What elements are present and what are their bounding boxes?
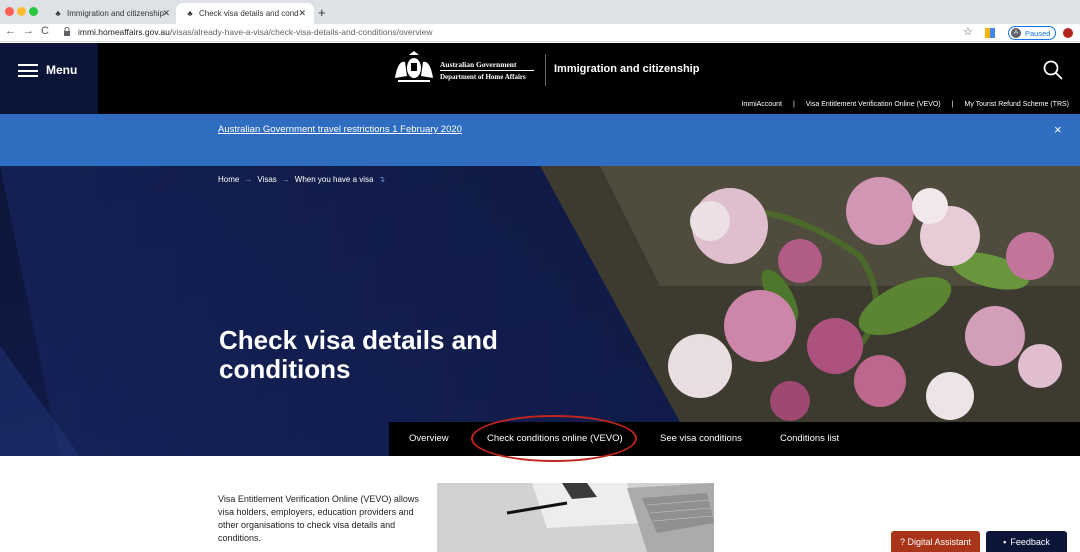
coat-of-arms-icon[interactable] — [392, 50, 436, 84]
breadcrumb-when-you-have-a-visa[interactable]: When you have a visa — [295, 175, 374, 184]
new-tab-icon[interactable]: + — [318, 5, 326, 20]
tab-conditions-list[interactable]: Conditions list — [780, 433, 839, 444]
profile-button[interactable]: A Paused — [1008, 26, 1056, 40]
browser-tab-immigration[interactable]: ♣ Immigration and citizenship ✕ — [44, 3, 178, 24]
menu-label: Menu — [46, 63, 78, 77]
avatar: A — [1011, 28, 1021, 38]
tab-title: Immigration and citizenship — [67, 9, 164, 18]
laptop-photo — [437, 483, 714, 552]
close-tab-icon[interactable]: ✕ — [162, 8, 170, 19]
travel-restrictions-link[interactable]: Australian Government travel restriction… — [218, 124, 462, 135]
tab-overview[interactable]: Overview — [409, 433, 449, 444]
arrow-right-icon: → — [281, 175, 290, 184]
department-name: Department of Home Affairs — [440, 73, 526, 81]
intro-paragraph: Visa Entitlement Verification Online (VE… — [218, 494, 419, 543]
feedback-button[interactable]: ▪ Feedback — [986, 531, 1067, 552]
alert-banner: Australian Government travel restriction… — [0, 114, 1080, 166]
search-icon[interactable] — [1043, 60, 1063, 80]
crest-favicon-icon: ♣ — [187, 9, 193, 18]
link-immiaccount[interactable]: ImmiAccount — [741, 101, 781, 108]
address-bar[interactable]: immi.homeaffairs.gov.au/visas/already-ha… — [78, 27, 432, 37]
digital-assistant-button[interactable]: ? Digital Assistant — [891, 531, 980, 552]
browser-menu-icon[interactable] — [1063, 28, 1073, 38]
hero-background — [0, 166, 1080, 456]
link-trs[interactable]: My Tourist Refund Scheme (TRS) — [964, 101, 1069, 108]
hamburger-icon — [18, 64, 38, 77]
gov-name: Australian Government — [440, 60, 517, 69]
profile-status: Paused — [1025, 28, 1051, 38]
forward-arrow-icon[interactable]: → — [23, 25, 34, 37]
browser-toolbar: ← → C immi.homeaffairs.gov.au/visas/alre… — [0, 24, 1080, 42]
maximize-window-button[interactable] — [29, 7, 38, 16]
crest-favicon-icon: ♣ — [55, 9, 61, 18]
tab-see-visa-conditions[interactable]: See visa conditions — [660, 433, 742, 444]
hero-banner: Home → Visas → When you have a visa ↴ Ch… — [0, 166, 1080, 456]
divider — [545, 54, 546, 86]
url-path: /visas/already-have-a-visa/check-visa-de… — [169, 27, 433, 37]
breadcrumb: Home → Visas → When you have a visa ↴ — [218, 175, 390, 184]
link-vevo[interactable]: Visa Entitlement Verification Online (VE… — [806, 101, 941, 108]
extension-icon[interactable] — [985, 28, 995, 38]
expand-icon[interactable]: ↴ — [378, 175, 385, 184]
arrow-right-icon: → — [244, 175, 253, 184]
site-name[interactable]: Immigration and citizenship — [554, 63, 699, 75]
divider: | — [792, 101, 795, 108]
site-header: Menu Australian Government Department of… — [0, 43, 1080, 114]
browser-tab-strip: ♣ Immigration and citizenship ✕ ♣ Check … — [0, 0, 1080, 24]
url-host: immi.homeaffairs.gov.au — [78, 27, 170, 37]
menu-button[interactable]: Menu — [0, 43, 98, 114]
utility-bar: ImmiAccount | Visa Entitlement Verificat… — [0, 97, 1080, 114]
close-tab-icon[interactable]: ✕ — [298, 8, 306, 19]
lock-icon — [64, 27, 70, 36]
divider: | — [951, 101, 954, 108]
browser-tab-check-visa[interactable]: ♣ Check visa details and conditions ✕ — [176, 3, 314, 24]
highlight-annotation — [471, 415, 637, 462]
close-icon[interactable]: × — [1054, 122, 1062, 137]
reload-icon[interactable]: C — [41, 25, 49, 37]
bookmark-star-icon[interactable]: ☆ — [963, 25, 973, 38]
back-arrow-icon[interactable]: ← — [5, 25, 16, 37]
breadcrumb-visas[interactable]: Visas — [257, 175, 276, 184]
divider — [440, 70, 534, 71]
feedback-label: Feedback — [1010, 536, 1050, 547]
chat-icon: ▪ — [1003, 536, 1007, 547]
tab-title: Check visa details and conditions — [199, 9, 299, 18]
page-title: Check visa details and conditions — [219, 325, 498, 384]
close-window-button[interactable] — [5, 7, 14, 16]
minimize-window-button[interactable] — [17, 7, 26, 16]
breadcrumb-home[interactable]: Home — [218, 175, 239, 184]
